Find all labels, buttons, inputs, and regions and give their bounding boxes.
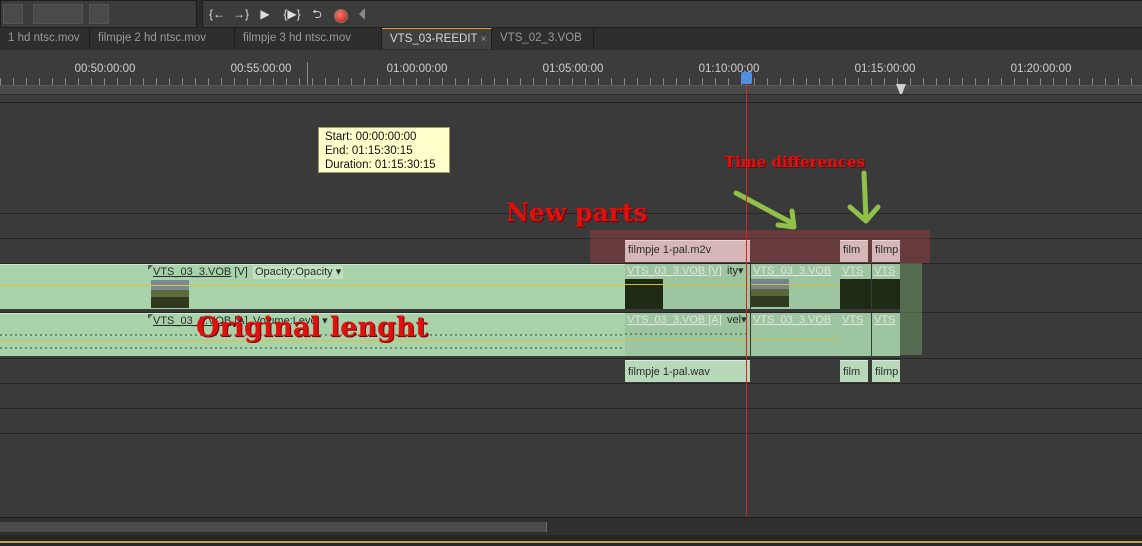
faded-audio-label: VTS	[842, 314, 864, 326]
opacity-keyframe-line	[751, 284, 840, 285]
video-clip-label: VTS_03_3.VOB [V]	[153, 266, 248, 278]
annotation-original-length: Original lenght	[196, 312, 428, 343]
tab-filmpje-2[interactable]: filmpje 2 hd ntsc.mov	[90, 28, 235, 49]
audio-clip-faded[interactable]: VTS_03_3.VOB [A] vel▾	[625, 313, 750, 356]
video-clip-faded[interactable]: VTS_03_3.VOB [V] ity▾	[625, 264, 750, 309]
transport-bar: {← →} ▶ {▶} ⮌	[202, 0, 1142, 28]
volume-keyframe-line	[625, 339, 750, 340]
time-ruler[interactable]: 00:50:00:00 00:55:00:00 01:00:00:00 01:0…	[0, 50, 1142, 103]
bottom-bar	[0, 535, 1142, 546]
track-divider	[0, 408, 1142, 409]
tooltip-duration: Duration: 01:15:30:15	[325, 159, 436, 171]
tab-label: VTS_03-REEDIT	[390, 33, 478, 45]
ruler-timecode: 00:55:00:00	[230, 63, 292, 75]
track-divider	[0, 238, 1142, 239]
ruler-timecode: 01:20:00:00	[1010, 63, 1072, 75]
go-to-in-icon[interactable]: {←	[207, 5, 227, 23]
green-arrow-icon	[861, 170, 869, 222]
faded-video-label: VTS_03_3.VOB [V]	[627, 265, 722, 277]
bottom-accent-line	[0, 541, 1142, 543]
audio-clip-faded-2[interactable]: VTS_03_3.VOB	[751, 313, 840, 356]
faded-video-effect[interactable]: ity▾	[727, 265, 744, 278]
clip-filmp-wav-small[interactable]: filmp	[872, 360, 900, 382]
annotation-new-parts: New parts	[506, 198, 648, 227]
clip-film-wav-small[interactable]: film	[840, 360, 868, 382]
play-icon[interactable]: ▶	[255, 5, 275, 23]
playhead-line[interactable]	[746, 72, 747, 517]
green-arrow-icon	[733, 190, 795, 226]
faded-video-label: VTS	[874, 265, 896, 277]
faded-audio-label: VTS_03_3.VOB [A]	[627, 314, 722, 326]
faded-audio-effect[interactable]: vel▾	[727, 314, 747, 327]
video-thumbnail	[872, 279, 900, 309]
clip-start-marker	[148, 265, 153, 270]
go-to-out-icon[interactable]: →}	[231, 5, 251, 23]
faded-audio-label: VTS_03_3.VOB	[753, 314, 832, 326]
ruler-timecode: 00:50:00:00	[74, 63, 136, 75]
video-thumbnail	[840, 279, 871, 309]
video-clip-small-b[interactable]: VTS	[872, 264, 900, 309]
audio-waveform	[0, 347, 625, 349]
timeline-horizontal-scrollbar[interactable]	[0, 517, 1142, 536]
scrollbar-thumb[interactable]	[0, 522, 547, 532]
clip-info-tooltip: Start: 00:00:00:00 End: 01:15:30:15 Dura…	[318, 127, 450, 173]
track-divider	[0, 383, 1142, 384]
volume-keyframe-line	[751, 339, 840, 340]
work-area-bar[interactable]	[0, 85, 1142, 95]
green-overlay	[900, 263, 922, 355]
track-divider	[0, 433, 1142, 434]
tooltip-start: Start: 00:00:00:00	[325, 131, 417, 143]
tab-vts-03-reedit[interactable]: VTS_03-REEDIT ×	[382, 28, 492, 49]
opacity-effect-dropdown[interactable]: Opacity:Opacity ▾	[253, 266, 344, 279]
audio-clip-small-b[interactable]: VTS	[872, 313, 900, 356]
track-divider	[0, 358, 1142, 359]
ruler-timecode: 01:05:00:00	[542, 63, 604, 75]
video-clip-small-a[interactable]: VTS	[840, 264, 871, 309]
audio-clip-small-a[interactable]: VTS	[840, 313, 871, 356]
ruler-timecode: 01:15:00:00	[854, 63, 916, 75]
ruler-timecode: 01:10:00:00	[698, 63, 760, 75]
tab-label: VTS_02_3.VOB	[500, 32, 582, 44]
sequence-tab-bar: 1 hd ntsc.mov filmpje 2 hd ntsc.mov film…	[0, 28, 1142, 51]
clip-filmpje-wav[interactable]: filmpje 1-pal.wav	[625, 360, 750, 382]
video-clip-vts-03-3[interactable]: VTS_03_3.VOB [V] Opacity:Opacity ▾	[0, 264, 625, 309]
loop-icon[interactable]: ⮌	[307, 5, 327, 23]
tool-button[interactable]	[89, 4, 109, 24]
scroll-left-icon[interactable]	[359, 8, 365, 20]
faded-audio-label: VTS	[874, 314, 896, 326]
audio-waveform	[625, 333, 750, 335]
tab-filmpje-3[interactable]: filmpje 3 hd ntsc.mov	[235, 28, 382, 49]
opacity-keyframe-line[interactable]	[0, 285, 625, 286]
opacity-keyframe-line	[625, 284, 750, 285]
ruler-timecode: 01:00:00:00	[386, 63, 448, 75]
top-toolbar: {← →} ▶ {▶} ⮌	[0, 0, 1142, 28]
clip-start-marker	[148, 314, 153, 319]
tab-label: filmpje 3 hd ntsc.mov	[243, 32, 352, 44]
tab-vts-02-3-vob[interactable]: VTS_02_3.VOB	[492, 28, 594, 49]
tab-1-hd-ntsc[interactable]: 1 hd ntsc.mov	[0, 28, 90, 49]
video-clip-faded-2[interactable]: VTS_03_3.VOB	[751, 264, 840, 309]
faded-video-label: VTS_03_3.VOB	[753, 265, 832, 277]
playhead-handle[interactable]	[741, 72, 752, 84]
tab-label: 1 hd ntsc.mov	[8, 32, 80, 44]
close-icon[interactable]: ×	[481, 34, 487, 45]
tab-label: filmpje 2 hd ntsc.mov	[98, 32, 207, 44]
record-icon[interactable]	[334, 9, 348, 23]
arrow-annotations	[733, 170, 881, 230]
tool-group-left	[0, 0, 197, 28]
play-in-to-out-icon[interactable]: {▶}	[279, 5, 305, 23]
tool-button[interactable]	[3, 4, 23, 24]
tooltip-end: End: 01:15:30:15	[325, 145, 413, 157]
tool-button[interactable]	[33, 4, 83, 24]
faded-video-label: VTS	[842, 265, 864, 277]
